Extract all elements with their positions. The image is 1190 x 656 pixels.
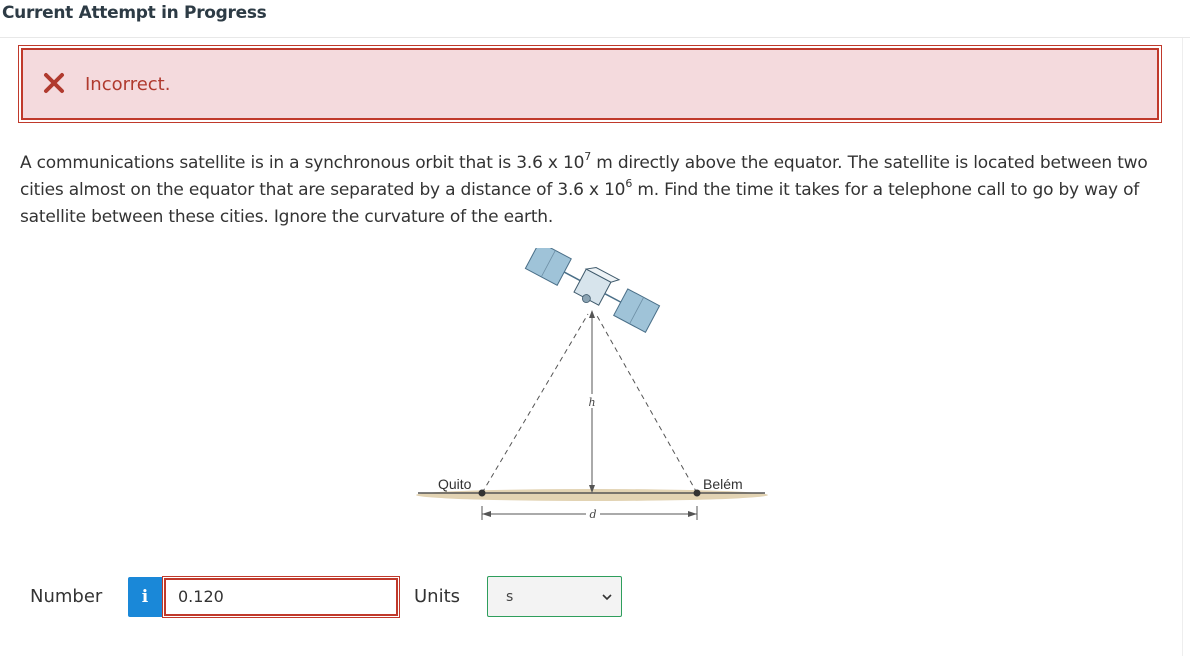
signal-path-right — [595, 313, 698, 494]
units-select[interactable]: s — [487, 576, 622, 617]
distance-label: d — [589, 508, 596, 521]
x-mark-icon — [44, 73, 64, 93]
chevron-down-icon — [602, 594, 612, 601]
city-right-label: Belém — [703, 476, 743, 492]
distance-arrow-right — [688, 511, 697, 517]
feedback-alert: Incorrect. — [18, 45, 1162, 123]
satellite-icon — [524, 248, 661, 333]
belem-marker — [693, 489, 701, 497]
exponent-a: 7 — [584, 150, 592, 164]
units-selected-value: s — [506, 589, 514, 605]
question-text: A communications satellite is in a synch… — [20, 150, 1170, 231]
quito-marker — [478, 489, 486, 497]
signal-path-left — [481, 313, 589, 494]
distance-arrow-left — [482, 511, 491, 517]
height-label: h — [588, 396, 595, 409]
exponent-b: 6 — [625, 177, 633, 191]
units-label: Units — [414, 586, 461, 607]
answer-input[interactable]: 0.120 — [162, 576, 400, 618]
city-left-label: Quito — [438, 476, 472, 492]
number-label: Number — [30, 586, 103, 607]
info-icon[interactable]: i — [128, 577, 162, 617]
height-arrow-top — [589, 310, 595, 318]
satellite-diagram: d h Quito Belém — [416, 248, 768, 521]
page-title: Current Attempt in Progress — [2, 3, 267, 23]
question-part-a: A communications satellite is in a synch… — [20, 153, 585, 173]
feedback-status: Incorrect. — [85, 74, 171, 95]
